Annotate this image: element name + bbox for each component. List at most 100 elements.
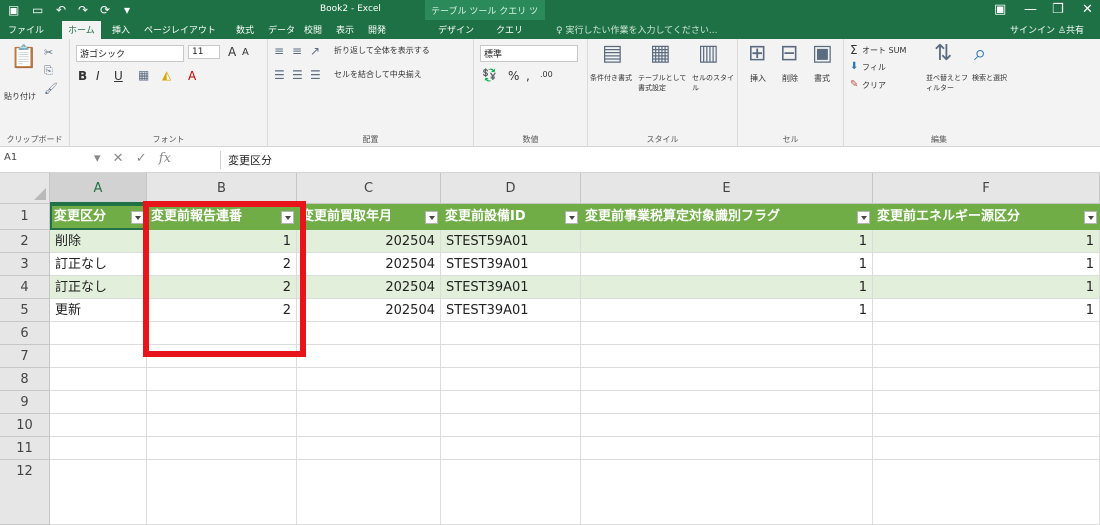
empty-cell[interactable] [441,322,581,345]
percent-button[interactable]: % [508,69,519,83]
increase-decimal-button[interactable]: .00 [540,70,553,79]
empty-cell[interactable] [147,345,297,368]
empty-cell[interactable] [147,368,297,391]
row-header-12[interactable]: 12 [0,460,50,525]
name-box-dropdown-icon[interactable]: ▾ [94,151,101,166]
empty-cell[interactable] [581,322,873,345]
tab-home[interactable]: ホーム [62,21,101,39]
border-icon[interactable]: ▦ [138,69,149,81]
empty-cell[interactable] [147,437,297,460]
tab-design[interactable]: デザイン [438,23,474,36]
table-cell[interactable]: STEST39A01 [441,276,581,299]
table-cell[interactable]: 訂正なし [50,276,147,299]
table-cell[interactable]: 202504 [297,230,441,253]
fill-icon[interactable]: ⬇ [850,61,858,72]
autosum-icon[interactable]: Σ [850,43,858,57]
table-cell[interactable]: 202504 [297,299,441,322]
align-top-icon[interactable]: ≡ [274,45,284,57]
empty-cell[interactable] [50,437,147,460]
filter-dropdown-icon[interactable] [857,211,870,224]
select-all-corner[interactable] [0,173,50,204]
conditional-format-icon[interactable]: ▤ [602,43,623,65]
table-header-cell[interactable]: 変更区分 [50,204,147,230]
empty-cell[interactable] [441,368,581,391]
empty-cell[interactable] [50,391,147,414]
underline-button[interactable]: U [114,69,123,83]
table-cell[interactable]: 2 [147,253,297,276]
format-button[interactable]: 書式 [814,73,830,84]
column-header-c[interactable]: C [297,173,441,204]
empty-cell[interactable] [50,368,147,391]
sign-in-link[interactable]: サインイン ♙共有 [1010,23,1084,36]
column-header-b[interactable]: B [147,173,297,204]
table-cell[interactable]: 1 [581,299,873,322]
find-select-button[interactable]: 検索と選択 [972,73,1012,83]
maximize-icon[interactable]: ❐ [1052,2,1064,17]
empty-cell[interactable] [873,437,1100,460]
formula-input[interactable]: 変更区分 [228,152,272,168]
format-table-icon[interactable]: ▦ [650,43,671,65]
shrink-font-icon[interactable]: A [242,47,249,58]
tab-page-layout[interactable]: ページレイアウト [144,23,216,36]
font-color-icon[interactable]: A [188,69,196,83]
font-name-select[interactable]: 游ゴシック [76,45,184,62]
empty-cell[interactable] [873,460,1100,525]
empty-cell[interactable] [441,460,581,525]
row-header-7[interactable]: 7 [0,345,50,368]
empty-cell[interactable] [873,345,1100,368]
row-header-6[interactable]: 6 [0,322,50,345]
table-cell[interactable]: 1 [581,230,873,253]
table-cell[interactable]: 1 [581,276,873,299]
table-cell[interactable]: 202504 [297,276,441,299]
tab-data[interactable]: データ [268,23,295,36]
table-header-cell[interactable]: 変更前事業税算定対象識別フラグ [581,204,873,230]
empty-cell[interactable] [581,368,873,391]
filter-dropdown-icon[interactable] [131,211,144,224]
empty-cell[interactable] [873,368,1100,391]
tab-query[interactable]: クエリ [496,23,523,36]
row-header-9[interactable]: 9 [0,391,50,414]
cell-styles-button[interactable]: セルのスタイル [692,73,736,93]
empty-cell[interactable] [581,391,873,414]
fill-color-icon[interactable]: ◭ [162,69,171,81]
table-cell[interactable]: 2 [147,276,297,299]
row-header-1[interactable]: 1 [0,204,50,230]
empty-cell[interactable] [50,322,147,345]
empty-cell[interactable] [50,460,147,525]
table-cell[interactable]: 訂正なし [50,253,147,276]
italic-button[interactable]: I [96,69,100,83]
filter-dropdown-icon[interactable] [281,211,294,224]
empty-cell[interactable] [147,414,297,437]
table-cell[interactable]: 202504 [297,253,441,276]
insert-button[interactable]: 挿入 [750,73,766,84]
column-header-e[interactable]: E [581,173,873,204]
row-header-11[interactable]: 11 [0,437,50,460]
customize-icon[interactable]: ▾ [124,3,130,17]
table-header-cell[interactable]: 変更前買取年月 [297,204,441,230]
align-right-icon[interactable]: ☰ [310,69,321,81]
paste-icon[interactable]: 📋 [10,47,37,69]
column-header-a[interactable]: A [50,173,147,204]
tab-developer[interactable]: 開発 [368,23,386,36]
cell-styles-icon[interactable]: ▥ [698,43,719,65]
name-box[interactable]: A1 [4,152,54,168]
confirm-entry-icon[interactable]: ✓ [136,151,147,166]
save-icon[interactable]: ▭ [32,3,43,17]
row-header-3[interactable]: 3 [0,253,50,276]
empty-cell[interactable] [297,391,441,414]
align-middle-icon[interactable]: ≡ [292,45,302,57]
table-header-cell[interactable]: 変更前設備ID [441,204,581,230]
align-center-icon[interactable]: ☰ [292,69,303,81]
format-cells-icon[interactable]: ▣ [812,43,833,65]
empty-cell[interactable] [50,345,147,368]
tab-review[interactable]: 校閲 [304,23,322,36]
cut-icon[interactable]: ✂ [44,47,53,58]
sort-filter-icon[interactable]: ⇅ [934,43,952,65]
empty-cell[interactable] [297,414,441,437]
empty-cell[interactable] [297,437,441,460]
row-header-2[interactable]: 2 [0,230,50,253]
format-table-button[interactable]: テーブルとして書式設定 [638,73,688,93]
table-header-cell[interactable]: 変更前エネルギー源区分 [873,204,1100,230]
table-cell[interactable]: 1 [147,230,297,253]
table-cell[interactable]: 更新 [50,299,147,322]
